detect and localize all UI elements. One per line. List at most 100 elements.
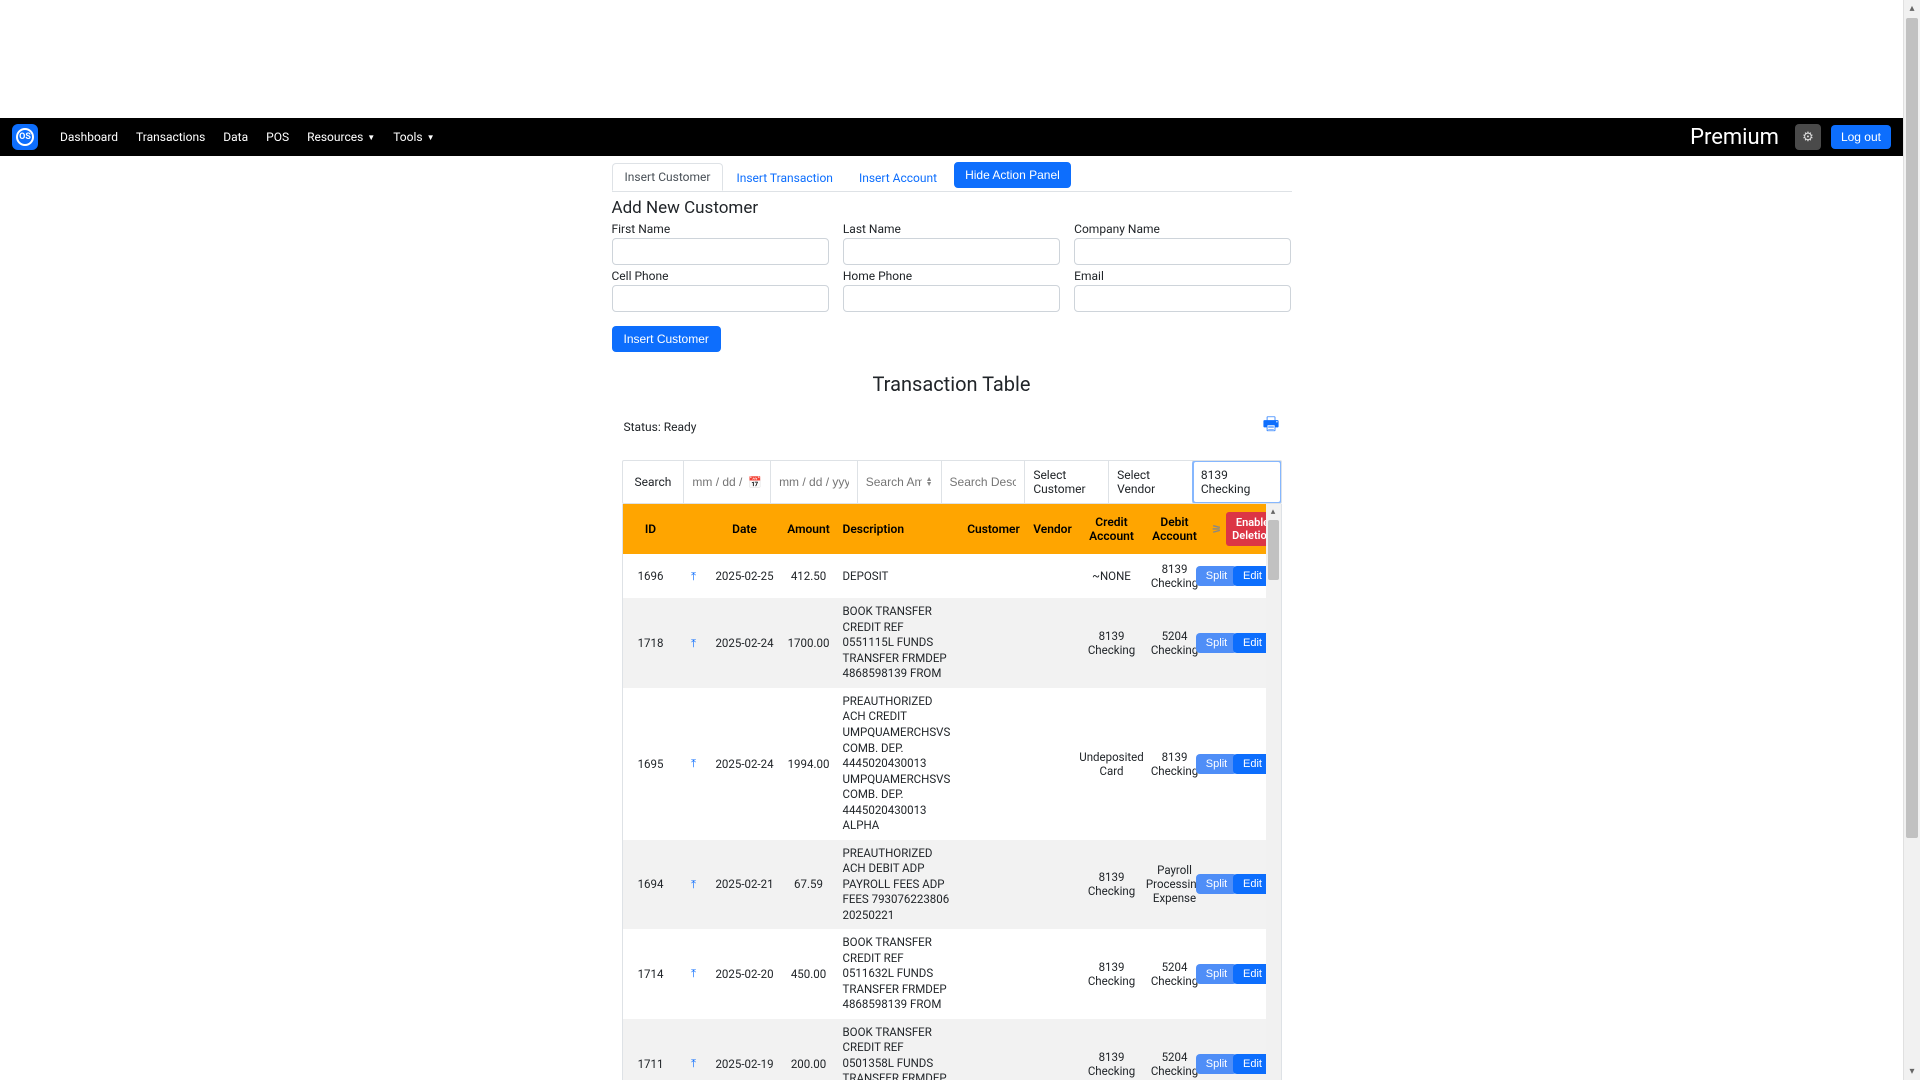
- tab-insert-account[interactable]: Insert Account: [846, 164, 950, 191]
- cell-customer: [961, 876, 1027, 892]
- upload-icon: ⤒: [691, 636, 696, 651]
- upload-icon: ⤒: [691, 1056, 696, 1071]
- nav-transactions[interactable]: Transactions: [128, 124, 213, 150]
- cell-customer: [961, 1056, 1027, 1072]
- cell-upload[interactable]: ⤒: [679, 748, 709, 779]
- th-customer[interactable]: Customer: [961, 504, 1027, 554]
- nav-data[interactable]: Data: [215, 124, 256, 150]
- cell-customer: [961, 756, 1027, 772]
- label-email: Email: [1074, 269, 1291, 283]
- nav-right: Premium ⚙ Log out: [1690, 124, 1891, 150]
- tab-insert-transaction[interactable]: Insert Transaction: [723, 164, 846, 191]
- table-row: 1718⤒2025-02-241700.00BOOK TRANSFER CRED…: [623, 598, 1281, 688]
- cell-id: 1696: [623, 561, 679, 591]
- th-amount[interactable]: Amount: [781, 504, 837, 554]
- email-input[interactable]: [1074, 285, 1291, 312]
- nav-links: Dashboard Transactions Data POS Resource…: [52, 124, 443, 150]
- cell-id: 1718: [623, 628, 679, 658]
- grid-scroll-up-icon[interactable]: ▴: [1266, 504, 1281, 519]
- cell-vendor: [1027, 966, 1079, 982]
- transaction-table-title: Transaction Table: [612, 372, 1292, 396]
- th-credit-account[interactable]: Credit Account: [1079, 504, 1145, 554]
- cell-description: DEPOSIT: [837, 563, 961, 591]
- cell-description: BOOK TRANSFER CREDIT REF 0501358L FUNDS …: [837, 1019, 961, 1080]
- cell-phone-input[interactable]: [612, 285, 829, 312]
- grid-scrollbar[interactable]: ▴ ▾: [1266, 504, 1281, 1080]
- cell-upload[interactable]: ⤒: [679, 958, 709, 989]
- premium-label: Premium: [1690, 125, 1779, 150]
- search-vendor-select[interactable]: Select Vendor: [1109, 461, 1193, 503]
- table-row: 1711⤒2025-02-19200.00BOOK TRANSFER CREDI…: [623, 1019, 1281, 1080]
- page-scrollbar[interactable]: ▴ ▾: [1903, 0, 1920, 1080]
- cell-description: BOOK TRANSFER CREDIT REF 0511632L FUNDS …: [837, 929, 961, 1019]
- cell-id: 1711: [623, 1049, 679, 1079]
- th-vendor[interactable]: Vendor: [1027, 504, 1079, 554]
- app-logo[interactable]: OS: [12, 124, 38, 150]
- cell-date: 2025-02-24: [709, 628, 781, 658]
- cell-upload[interactable]: ⤒: [679, 628, 709, 659]
- grid-scroll-thumb[interactable]: [1268, 520, 1279, 580]
- cell-credit-account: ~NONE: [1079, 561, 1145, 591]
- logout-button[interactable]: Log out: [1831, 125, 1891, 149]
- th-date[interactable]: Date: [709, 504, 781, 554]
- transaction-grid: ID Date Amount Description Customer Vend…: [622, 504, 1282, 1080]
- cell-vendor: [1027, 1056, 1079, 1072]
- scroll-up-icon[interactable]: ▴: [1904, 0, 1920, 17]
- tab-insert-customer[interactable]: Insert Customer: [612, 163, 724, 191]
- cell-customer: [961, 568, 1027, 584]
- table-row: 1694⤒2025-02-2167.59PREAUTHORIZED ACH DE…: [623, 840, 1281, 930]
- th-id[interactable]: ID: [623, 504, 679, 554]
- label-company: Company Name: [1074, 222, 1291, 236]
- cell-amount: 412.50: [781, 561, 837, 591]
- scroll-thumb[interactable]: [1906, 18, 1918, 838]
- cell-vendor: [1027, 876, 1079, 892]
- search-amount[interactable]: ▲▼: [858, 461, 942, 503]
- upload-icon: ⤒: [691, 966, 696, 981]
- cell-split: Split: [1205, 625, 1229, 661]
- cell-split: Split: [1205, 956, 1229, 992]
- cell-amount: 450.00: [781, 959, 837, 989]
- cell-customer: [961, 966, 1027, 982]
- label-first-name: First Name: [612, 222, 829, 236]
- cell-upload[interactable]: ⤒: [679, 561, 709, 592]
- search-account-select[interactable]: 8139 Checking: [1193, 461, 1281, 503]
- cell-upload[interactable]: ⤒: [679, 1048, 709, 1079]
- search-date-to[interactable]: [771, 461, 858, 503]
- search-description[interactable]: [942, 461, 1026, 503]
- cell-date: 2025-02-25: [709, 561, 781, 591]
- settings-button[interactable]: ⚙: [1795, 124, 1821, 150]
- nav-dashboard[interactable]: Dashboard: [52, 124, 126, 150]
- cell-description: PREAUTHORIZED ACH DEBIT ADP PAYROLL FEES…: [837, 840, 961, 930]
- search-bar: Search 📅 ▲▼ Select Customer Select Vendo…: [622, 460, 1282, 504]
- insert-customer-button[interactable]: Insert Customer: [612, 326, 721, 352]
- last-name-input[interactable]: [843, 238, 1060, 265]
- cell-credit-account: 8139 Checking: [1079, 862, 1145, 906]
- first-name-input[interactable]: [612, 238, 829, 265]
- print-button[interactable]: 🖶: [1263, 412, 1280, 442]
- th-debit-account[interactable]: Debit Account: [1145, 504, 1205, 554]
- cell-upload[interactable]: ⤒: [679, 869, 709, 900]
- status-text: Status: Ready: [624, 420, 697, 434]
- cell-customer: [961, 635, 1027, 651]
- th-description[interactable]: Description: [837, 504, 961, 554]
- home-phone-input[interactable]: [843, 285, 1060, 312]
- cell-credit-account: 8139 Checking: [1079, 621, 1145, 665]
- form-title: Add New Customer: [612, 198, 1292, 218]
- nav-tools[interactable]: Tools▼: [385, 124, 442, 150]
- amount-stepper[interactable]: ▲▼: [926, 477, 933, 487]
- th-filter[interactable]: ⚞: [1205, 504, 1229, 554]
- cell-date: 2025-02-24: [709, 749, 781, 779]
- search-customer-select[interactable]: Select Customer: [1025, 461, 1109, 503]
- cell-split: Split: [1205, 746, 1229, 782]
- content: Insert Customer Insert Transaction Inser…: [0, 156, 1903, 1080]
- scroll-down-icon[interactable]: ▾: [1904, 1063, 1920, 1080]
- cell-credit-account: 8139 Checking: [1079, 952, 1145, 996]
- company-input[interactable]: [1074, 238, 1291, 265]
- table-row: 1695⤒2025-02-241994.00PREAUTHORIZED ACH …: [623, 688, 1281, 840]
- nav-resources[interactable]: Resources▼: [299, 124, 383, 150]
- hide-action-panel-button[interactable]: Hide Action Panel: [954, 162, 1071, 188]
- nav-pos[interactable]: POS: [258, 124, 297, 150]
- search-date-from[interactable]: 📅: [684, 461, 771, 503]
- cell-id: 1694: [623, 869, 679, 899]
- cell-split: Split: [1205, 1046, 1229, 1080]
